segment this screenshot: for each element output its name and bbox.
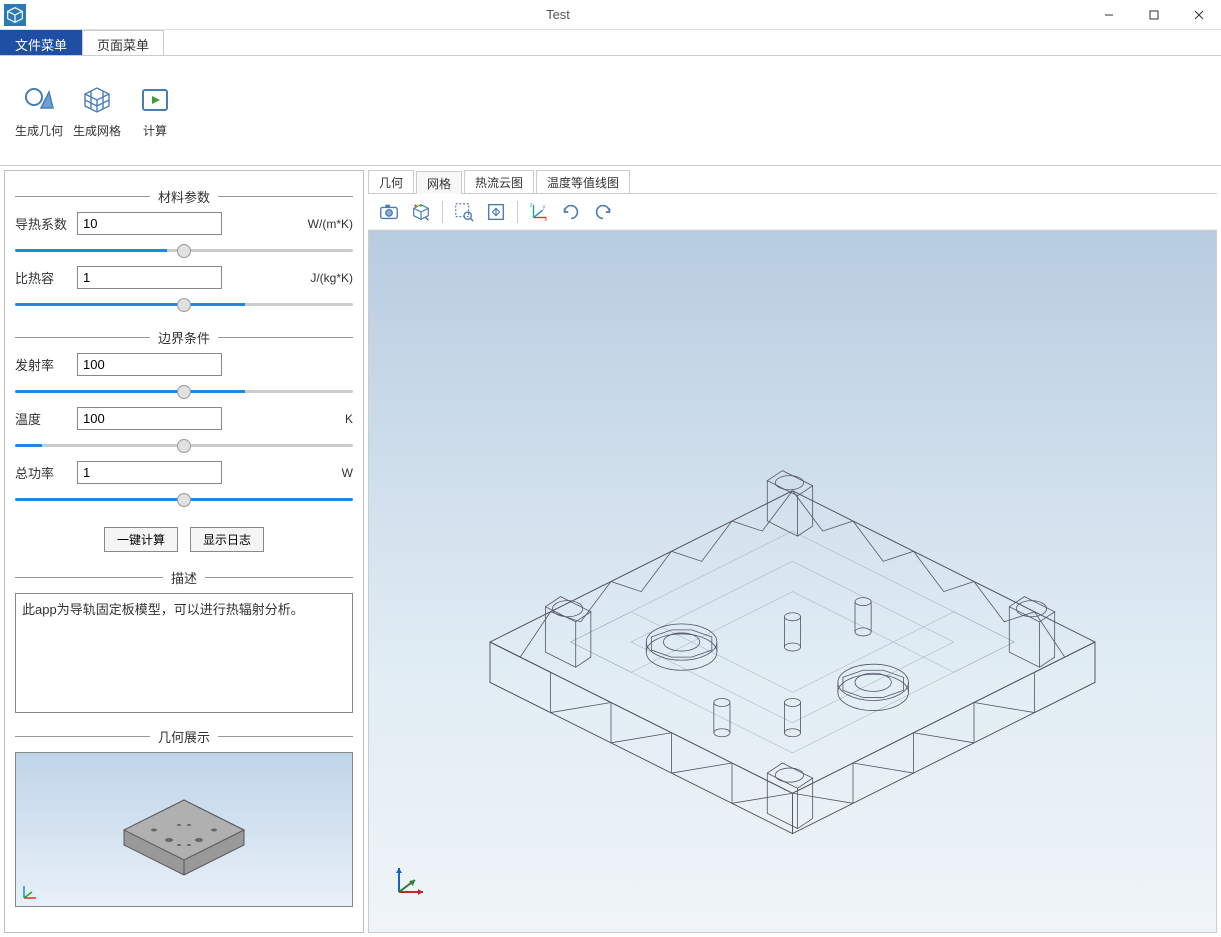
section-boundary-conditions: 边界条件 [15, 328, 353, 347]
geometry-preview[interactable] [15, 752, 353, 907]
svg-text:x: x [545, 217, 548, 223]
axis-triad-icon [20, 884, 38, 902]
slider-conductivity[interactable] [15, 249, 353, 252]
viewport-3d[interactable] [368, 230, 1217, 933]
input-temperature[interactable] [77, 407, 222, 430]
description-text: 此app为导轨固定板模型，可以进行热辐射分析。 [15, 593, 353, 713]
label-conductivity: 导热系数 [15, 214, 69, 233]
section-material-params: 材料参数 [15, 187, 353, 206]
toolbar-separator [517, 201, 518, 223]
tab-page-menu[interactable]: 页面菜单 [82, 30, 164, 55]
svg-text:y: y [543, 204, 546, 210]
slider-emissivity[interactable] [15, 390, 353, 393]
ribbon-compute[interactable]: 计算 [126, 62, 184, 159]
mesh-icon [79, 82, 115, 118]
ribbon-generate-geometry-label: 生成几何 [15, 122, 63, 139]
ribbon-generate-geometry[interactable]: 生成几何 [10, 62, 68, 159]
view-tab-heatmap[interactable]: 热流云图 [464, 170, 534, 193]
svg-text:z: z [530, 202, 533, 208]
unit-heatcap: J/(kg*K) [310, 271, 353, 285]
rotate-ccw-icon[interactable] [556, 197, 586, 227]
ribbon-generate-mesh[interactable]: 生成网格 [68, 62, 126, 159]
ribbon-generate-mesh-label: 生成网格 [73, 122, 121, 139]
input-heatcap[interactable] [77, 266, 222, 289]
show-log-button[interactable]: 显示日志 [190, 527, 264, 552]
geometry-icon [21, 82, 57, 118]
window-title: Test [30, 7, 1086, 22]
label-emissivity: 发射率 [15, 355, 69, 374]
axis-triad-icon [389, 862, 429, 902]
minimize-button[interactable] [1086, 0, 1131, 30]
section-description: 描述 [15, 568, 353, 587]
label-power: 总功率 [15, 463, 69, 482]
compute-icon [137, 82, 173, 118]
view-tab-geometry[interactable]: 几何 [368, 170, 414, 193]
view-tab-contour[interactable]: 温度等值线图 [536, 170, 630, 193]
label-temperature: 温度 [15, 409, 69, 428]
zoom-extents-icon[interactable] [481, 197, 511, 227]
camera-icon[interactable] [374, 197, 404, 227]
tab-file-menu[interactable]: 文件菜单 [0, 30, 82, 55]
input-emissivity[interactable] [77, 353, 222, 376]
rotate-cw-icon[interactable] [588, 197, 618, 227]
sidebar-panel: 材料参数 导热系数 W/(m*K) 比热容 J/(kg*K) 边界条件 发射率 [4, 170, 364, 933]
unit-power: W [342, 466, 353, 480]
zoom-box-icon[interactable] [449, 197, 479, 227]
close-button[interactable] [1176, 0, 1221, 30]
unit-temperature: K [345, 412, 353, 426]
view-tab-mesh[interactable]: 网格 [416, 171, 462, 194]
toolbar-separator [442, 201, 443, 223]
slider-temperature[interactable] [15, 444, 353, 447]
input-power[interactable] [77, 461, 222, 484]
slider-power[interactable] [15, 498, 353, 501]
app-logo [0, 0, 30, 30]
compute-all-button[interactable]: 一键计算 [104, 527, 178, 552]
mesh-render [369, 231, 1216, 932]
label-heatcap: 比热容 [15, 268, 69, 287]
input-conductivity[interactable] [77, 212, 222, 235]
unit-conductivity: W/(m*K) [308, 217, 353, 231]
scene-options-icon[interactable] [406, 197, 436, 227]
maximize-button[interactable] [1131, 0, 1176, 30]
axis-triad-icon[interactable]: z x y [524, 197, 554, 227]
slider-heatcap[interactable] [15, 303, 353, 306]
ribbon-compute-label: 计算 [143, 122, 167, 139]
section-geometry-preview: 几何展示 [15, 727, 353, 746]
